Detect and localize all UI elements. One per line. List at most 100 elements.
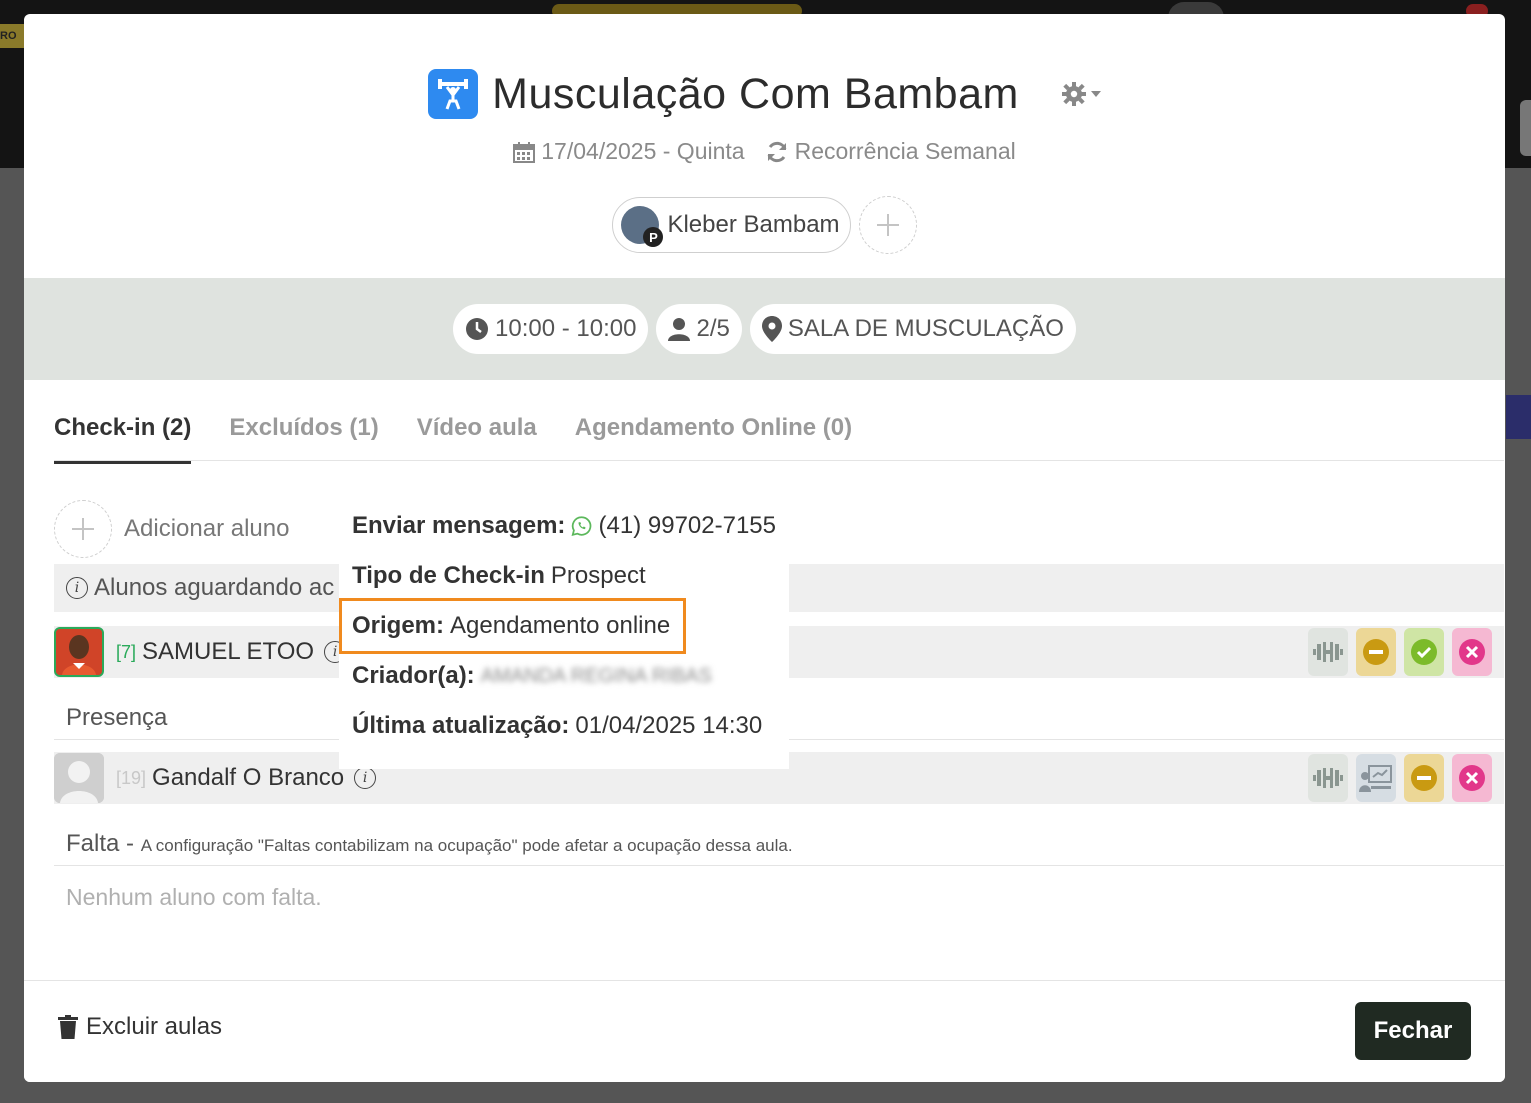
origin-value: Agendamento online: [450, 612, 671, 639]
time-chip: 10:00 - 10:00: [453, 304, 649, 354]
room-chip: SALA DE MUSCULAÇÃO: [749, 304, 1076, 354]
student-name[interactable]: SAMUEL ETOO: [142, 638, 314, 666]
confirm-presence-button[interactable]: [1404, 628, 1444, 676]
weightlifting-icon: [428, 69, 479, 119]
student-number: [7]: [116, 641, 137, 662]
plus-icon: [72, 518, 94, 540]
send-message-label: Enviar mensagem:: [352, 512, 566, 539]
student-name[interactable]: Gandalf O Branco: [152, 764, 344, 792]
map-marker-icon: [761, 316, 782, 342]
student-number: [19]: [116, 767, 147, 788]
training-button[interactable]: [1308, 628, 1348, 676]
user-icon: [668, 318, 691, 341]
tab-checkin[interactable]: Check-in (2): [54, 414, 192, 464]
popover-creator: Criador(a): AMANDA REGINA RIBAS: [352, 651, 776, 701]
evaluation-button[interactable]: [1356, 754, 1396, 802]
absence-empty-text: Nenhum aluno com falta.: [66, 884, 322, 910]
class-meta: 17/04/2025 - Quinta Recorrência Semanal: [24, 138, 1505, 165]
close-circle-icon: [1459, 639, 1485, 665]
refresh-icon: [767, 141, 786, 162]
mark-absent-button[interactable]: [1356, 628, 1396, 676]
caret-down-icon: [1090, 91, 1101, 97]
professional-badge: P: [643, 227, 664, 247]
remove-student-button[interactable]: [1452, 754, 1492, 802]
delete-classes-button[interactable]: Excluir aulas: [58, 1013, 222, 1041]
room-text: SALA DE MUSCULAÇÃO: [787, 315, 1064, 342]
title-row: Musculação Com Bambam: [24, 69, 1505, 119]
waiting-text: Alunos aguardando ac: [94, 574, 335, 601]
whatsapp-icon[interactable]: [571, 514, 592, 538]
add-professional-button[interactable]: [858, 196, 917, 254]
add-student-button[interactable]: Adicionar aluno: [54, 500, 289, 558]
mark-absent-button[interactable]: [1404, 754, 1444, 802]
phone-link[interactable]: (41) 99702-7155: [599, 512, 776, 540]
student-actions: [1308, 626, 1492, 678]
time-text: 10:00 - 10:00: [495, 315, 637, 342]
check-circle-icon: [1411, 639, 1437, 665]
absence-divider: [54, 865, 1504, 866]
class-detail-modal: Musculação Com Bambam 17/04/2025 - Quint…: [24, 14, 1505, 1082]
background-side-tag: [1506, 395, 1531, 439]
recurrence-text: Recorrência Semanal: [794, 138, 1016, 164]
checkin-type-label: Tipo de Check-in: [352, 562, 545, 589]
plus-icon: [876, 214, 899, 236]
student-info-icon[interactable]: i: [354, 767, 377, 789]
modal-header: Musculação Com Bambam 17/04/2025 - Quint…: [24, 14, 1505, 278]
dumbbell-icon: [1313, 768, 1343, 788]
tabs-divider: [54, 460, 1504, 461]
calendar-icon: [513, 141, 536, 163]
minus-circle-icon: [1411, 765, 1437, 791]
absence-label: Falta -: [66, 830, 135, 857]
info-icon: i: [66, 577, 88, 599]
tab-video-class[interactable]: Vídeo aula: [417, 414, 537, 464]
training-button[interactable]: [1308, 754, 1348, 802]
add-student-label: Adicionar aluno: [124, 515, 290, 542]
class-recurrence: Recorrência Semanal: [765, 138, 1016, 165]
absence-section-label: Falta - A configuração "Faltas contabili…: [66, 830, 793, 858]
student-info-popover: Enviar mensagem: (41) 99702-7155 Tipo de…: [339, 491, 789, 769]
professional-name: Kleber Bambam: [667, 211, 840, 238]
class-info-band: 10:00 - 10:00 2/5 SALA DE MUSCULAÇÃO: [24, 278, 1505, 380]
background-left-tag: RO: [0, 24, 24, 48]
origin-label: Origem:: [352, 612, 445, 639]
settings-dropdown[interactable]: [1061, 81, 1101, 107]
gear-icon: [1061, 82, 1086, 106]
class-title: Musculação Com Bambam: [492, 69, 1019, 118]
popover-origin: Origem: Agendamento online: [339, 598, 686, 654]
minus-circle-icon: [1363, 639, 1389, 665]
capacity-text: 2/5: [696, 315, 730, 342]
presentation-board-icon: [1359, 765, 1392, 792]
close-circle-icon: [1459, 765, 1485, 791]
checkin-type-value: Prospect: [550, 562, 646, 589]
class-date: 17/04/2025 - Quinta: [513, 138, 745, 165]
tabs: Check-in (2) Excluídos (1) Vídeo aula Ag…: [54, 414, 852, 464]
professional-avatar: P: [621, 206, 664, 247]
student-avatar: [54, 753, 104, 803]
presence-label: Presença: [66, 704, 168, 731]
student-actions: [1308, 752, 1492, 804]
trash-icon: [58, 1015, 78, 1039]
modal-footer: Excluir aulas Fechar: [24, 980, 1505, 1082]
student-avatar: [54, 627, 104, 677]
creator-value: AMANDA REGINA RIBAS: [480, 664, 712, 687]
absence-note: A configuração "Faltas contabilizam na o…: [140, 836, 793, 855]
last-update-label: Última atualização:: [352, 712, 570, 739]
popover-checkin-type: Tipo de Check-in Prospect: [352, 551, 776, 601]
popover-send-message: Enviar mensagem: (41) 99702-7155: [352, 501, 776, 551]
remove-student-button[interactable]: [1452, 628, 1492, 676]
clock-icon: [466, 318, 489, 340]
tab-online-booking[interactable]: Agendamento Online (0): [575, 414, 852, 464]
popover-last-update: Última atualização: 01/04/2025 14:30: [352, 701, 776, 751]
creator-label: Criador(a):: [352, 662, 475, 689]
background-side-button: [1520, 100, 1531, 156]
date-text: 17/04/2025 - Quinta: [541, 138, 745, 164]
capacity-chip: 2/5: [656, 304, 742, 354]
dumbbell-icon: [1313, 642, 1343, 662]
tab-excluded[interactable]: Excluídos (1): [229, 414, 378, 464]
delete-classes-label: Excluir aulas: [86, 1013, 223, 1040]
close-button[interactable]: Fechar: [1355, 1002, 1471, 1060]
professionals-row: P Kleber Bambam: [24, 196, 1505, 254]
add-student-circle[interactable]: [54, 500, 112, 558]
last-update-value: 01/04/2025 14:30: [575, 712, 763, 739]
professional-chip[interactable]: P Kleber Bambam: [612, 197, 851, 253]
